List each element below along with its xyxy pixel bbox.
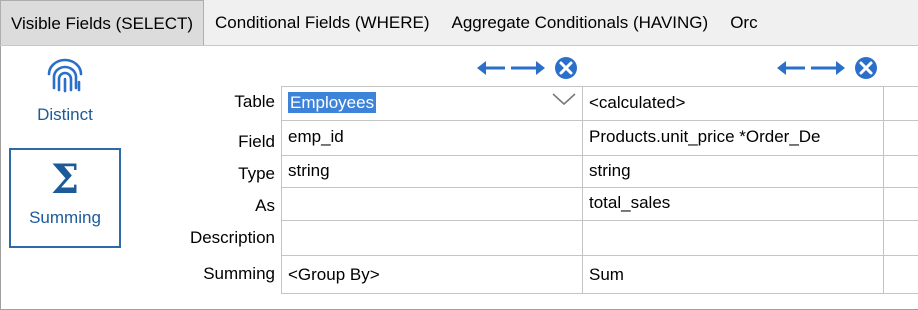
row-label-type: Type <box>238 164 275 183</box>
col2-field-cell[interactable]: Products.unit_price *Order_De <box>583 122 883 152</box>
grid-line <box>281 255 918 256</box>
row-label-field: Field <box>238 132 275 151</box>
col1-description-cell[interactable] <box>282 222 582 252</box>
col1-as-cell[interactable] <box>282 188 582 218</box>
tab-bar: Visible Fields (SELECT) Conditional Fiel… <box>0 0 918 46</box>
grid-line <box>281 120 918 121</box>
col1-table-combobox[interactable]: Employees <box>282 88 552 118</box>
sigma-icon: Σ <box>50 156 80 203</box>
col2-summing-cell[interactable]: Sum <box>583 260 883 290</box>
distinct-button[interactable]: Distinct <box>9 54 121 138</box>
row-label-description: Description <box>189 228 275 247</box>
grid-line <box>281 86 918 87</box>
chevron-down-icon[interactable] <box>551 91 577 112</box>
column-2-move-control <box>777 55 881 81</box>
col2-type-cell[interactable]: string <box>583 156 883 186</box>
col2-description-cell[interactable] <box>583 222 883 252</box>
tab-aggregate-conditionals[interactable]: Aggregate Conditionals (HAVING) <box>440 0 719 45</box>
summing-label: Summing <box>29 208 101 227</box>
tab-visible-fields[interactable]: Visible Fields (SELECT) <box>0 0 205 45</box>
col1-summing-cell[interactable]: <Group By> <box>282 260 582 290</box>
grid-line <box>281 220 918 221</box>
col1-field-cell[interactable]: emp_id <box>282 122 582 152</box>
row-label-as: As <box>255 196 275 215</box>
row-label-summing: Summing <box>203 264 275 283</box>
grid-line <box>883 86 884 294</box>
distinct-label: Distinct <box>37 105 93 124</box>
query-designer-panel: Distinct Σ Summing Table Field Type As D… <box>0 46 918 310</box>
column-1-move-control <box>477 55 581 81</box>
col1-table-value: Employees <box>288 92 377 113</box>
fingerprint-icon <box>45 58 85 99</box>
col2-table-cell[interactable]: <calculated> <box>583 88 883 118</box>
grid-line <box>281 293 918 294</box>
tab-conditional-fields[interactable]: Conditional Fields (WHERE) <box>204 0 440 45</box>
col1-type-cell[interactable]: string <box>282 156 582 186</box>
summing-button[interactable]: Σ Summing <box>9 148 121 248</box>
col2-as-cell[interactable]: total_sales <box>583 188 883 218</box>
row-label-table: Table <box>234 92 275 111</box>
move-arrows-icon[interactable] <box>777 55 881 81</box>
move-arrows-icon[interactable] <box>477 55 581 81</box>
tab-order[interactable]: Orc <box>719 0 768 45</box>
